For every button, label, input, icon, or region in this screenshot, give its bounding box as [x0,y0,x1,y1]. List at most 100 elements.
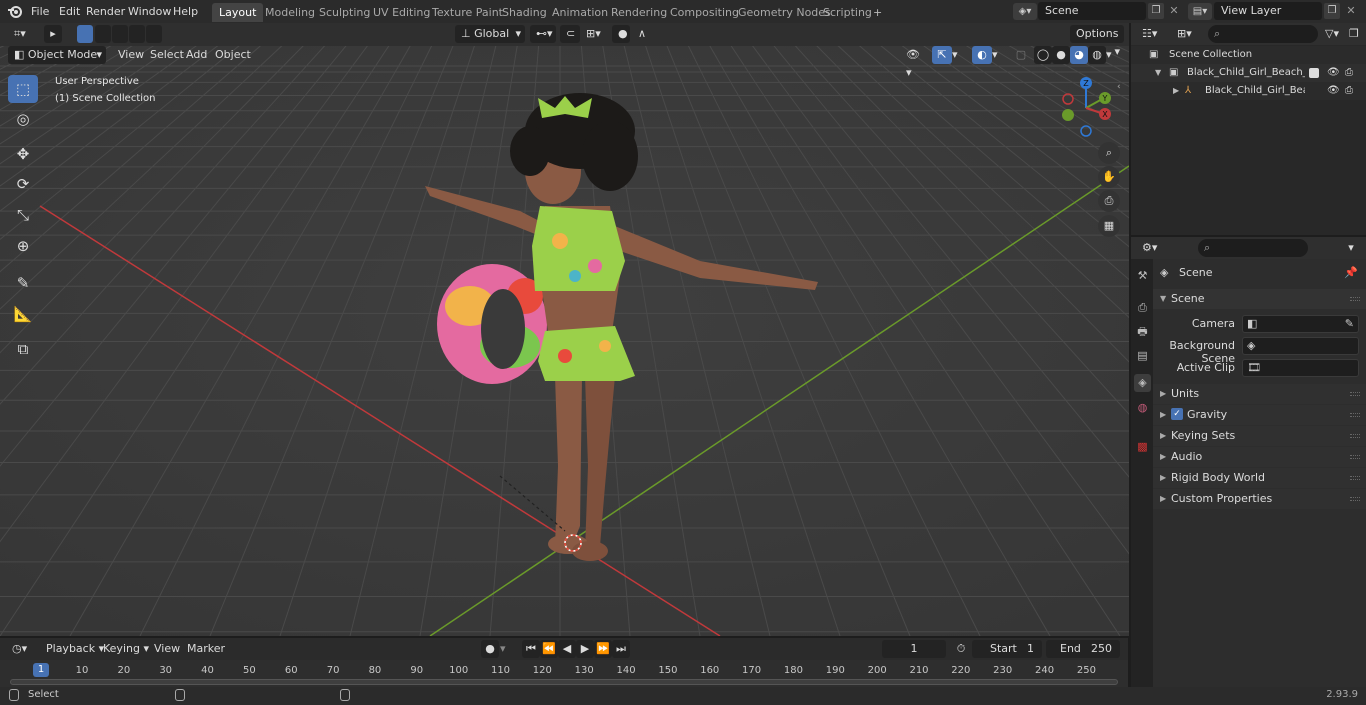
render-camera-icon[interactable]: ⎙ [1345,82,1353,100]
menu-help[interactable]: Help [167,0,204,23]
falloff-icon[interactable]: ∧ [632,25,658,43]
transform-orientation-dropdown[interactable]: ⊥ Global ▾ [455,25,525,43]
outliner-row-object[interactable]: ▶ ⅄ Black_Child_Girl_Beach_S 👁 ⎙ [1131,82,1366,100]
properties-editor-type-icon[interactable]: ⚙▾ [1136,239,1166,257]
display-mode-icon[interactable]: ⊞▾ [1171,25,1201,43]
filter-icon[interactable]: ▽▾ [1319,25,1349,43]
select-mode-extend-icon[interactable] [95,25,111,43]
gravity-panel-header[interactable]: ▶ ✓ Gravity [1153,405,1366,425]
tweak-tool-icon[interactable]: ▸ [44,25,62,43]
solid-shading-icon[interactable]: ● [1052,46,1070,64]
navigation-gizmo[interactable]: Z Y X [1058,76,1118,140]
menu-object[interactable]: Object [209,46,257,64]
pivot-point-icon[interactable]: ⊷▾ [530,25,556,43]
tool-tab-icon[interactable]: ⚒ [1134,267,1151,285]
chevron-down-icon[interactable]: ▾ [992,46,1006,64]
outliner-row-collection[interactable]: ▼ ▣ Black_Child_Girl_Beach_Style 👁 ⎙ [1131,64,1366,82]
zoom-icon[interactable]: ⌕ [1098,142,1120,164]
custom-properties-panel-header[interactable]: ▶ Custom Properties [1153,489,1366,509]
annotate-icon[interactable]: ✎ [8,269,38,297]
jump-end-icon[interactable]: ⏭ [612,640,630,658]
visibility-filter-icon[interactable]: 👁▾ [900,46,930,79]
rendered-shading-icon[interactable]: ◍ [1088,46,1106,64]
rotate-icon[interactable]: ⟳ [8,170,38,198]
chevron-down-icon[interactable]: ▾ [952,46,966,64]
menu-marker[interactable]: Marker [181,640,231,658]
view-layer-field[interactable]: View Layer [1214,2,1322,20]
chevron-down-icon[interactable]: ▾ [500,640,514,658]
measure-icon[interactable]: 📐 [8,300,38,328]
include-checkbox[interactable] [1309,68,1319,78]
properties-search-input[interactable]: ⌕ [1198,239,1308,257]
material-preview-shading-icon[interactable]: ◕ [1070,46,1088,64]
jump-start-icon[interactable]: ⏮ [522,640,540,658]
units-panel-header[interactable]: ▶ Units [1153,384,1366,404]
gizmo-toggle-icon[interactable]: ⇱ [932,46,952,64]
tab-layout[interactable]: Layout [212,3,264,22]
gravity-checkbox[interactable]: ✓ [1171,408,1183,420]
menu-file[interactable]: File [25,0,55,23]
remove-view-layer-icon[interactable]: ✕ [1343,3,1359,19]
keying-sets-panel-header[interactable]: ▶ Keying Sets [1153,426,1366,446]
cursor-icon[interactable]: ◎ [8,105,38,133]
end-frame-field[interactable]: End 250 [1046,640,1120,658]
outliner-row-scene-collection[interactable]: ▣ Scene Collection [1131,46,1366,64]
scale-icon[interactable]: ⤡ [8,201,38,229]
select-mode-subtract-icon[interactable] [112,25,128,43]
select-mode-invert-icon[interactable] [129,25,145,43]
pin-icon[interactable]: 📌 [1344,263,1358,283]
play-icon[interactable]: ▶ [576,640,594,658]
timeline-scrollbar[interactable] [10,679,1118,685]
select-mode-new-icon[interactable] [77,25,93,43]
snap-target-icon[interactable]: ⊞▾ [580,25,606,43]
transform-icon[interactable]: ⊕ [8,232,38,260]
view-layer-tab-icon[interactable]: ▤ [1134,347,1151,365]
wireframe-shading-icon[interactable]: ◯ [1034,46,1052,64]
eyedropper-icon[interactable]: ✎ [1345,316,1354,332]
texture-tab-icon[interactable]: ▩ [1134,438,1151,456]
snap-toggle-icon[interactable]: ⊂ [560,25,580,43]
rigid-body-world-panel-header[interactable]: ▶ Rigid Body World [1153,468,1366,488]
chevron-down-icon[interactable]: ▾ [1341,239,1361,257]
stopwatch-icon[interactable]: ⏱ [952,640,970,658]
add-cube-icon[interactable]: ⧉ [8,335,38,363]
auto-keying-icon[interactable]: ● [481,640,499,658]
jump-keyframe-forward-icon[interactable]: ⏩ [594,640,612,658]
current-frame-marker[interactable]: 1 [33,663,49,677]
jump-keyframe-back-icon[interactable]: ⏪ [540,640,558,658]
output-tab-icon[interactable]: 🖶 [1134,323,1151,341]
world-tab-icon[interactable]: ◍ [1134,399,1151,417]
current-frame-field[interactable]: 1 [882,640,946,658]
outliner-search-input[interactable]: ⌕ [1208,25,1318,43]
new-collection-icon[interactable]: ❐ [1349,25,1365,43]
camera-field[interactable]: ◧ ✎ [1242,315,1359,333]
expand-arrow-icon[interactable]: ▼ [1155,64,1161,82]
copy-scene-icon[interactable]: ❐ [1148,3,1164,19]
eye-icon[interactable]: 👁 [1327,82,1340,100]
scene-name-field[interactable]: Scene [1038,2,1146,20]
menu-keying[interactable]: Keying ▾ [97,640,155,658]
play-reverse-icon[interactable]: ◀ [558,640,576,658]
scene-selector-icon[interactable]: ◈▾ [1013,3,1037,20]
scene-tab-icon[interactable]: ◈ [1134,374,1151,392]
blender-logo-icon[interactable] [7,4,23,20]
mode-dropdown[interactable]: ◧ Object Mode ▾ [8,46,106,64]
start-frame-field[interactable]: Start 1 [972,640,1042,658]
expand-arrow-icon[interactable]: ▶ [1173,82,1179,100]
render-camera-icon[interactable]: ⎙ [1345,64,1353,82]
options-dropdown[interactable]: Options ▾ [1070,25,1124,58]
editor-type-icon[interactable]: ⌗▾ [8,25,32,43]
select-mode-intersect-icon[interactable] [146,25,162,43]
remove-scene-icon[interactable]: ✕ [1166,3,1182,19]
add-workspace-button[interactable]: + [866,3,889,22]
select-box-icon[interactable]: ⬚ [8,75,38,103]
chevron-down-icon[interactable]: ▾ [1106,46,1120,64]
xray-toggle-icon[interactable]: ▢ [1012,46,1030,64]
audio-panel-header[interactable]: ▶ Audio [1153,447,1366,467]
copy-view-layer-icon[interactable]: ❐ [1324,3,1340,19]
scene-panel-header[interactable]: ▼ Scene [1153,289,1366,309]
background-scene-field[interactable]: ◈ [1242,337,1359,355]
pan-hand-icon[interactable]: ✋ [1098,166,1120,188]
timeline-editor-type-icon[interactable]: ◷▾ [6,640,36,658]
render-tab-icon[interactable]: ⎙ [1134,299,1151,317]
